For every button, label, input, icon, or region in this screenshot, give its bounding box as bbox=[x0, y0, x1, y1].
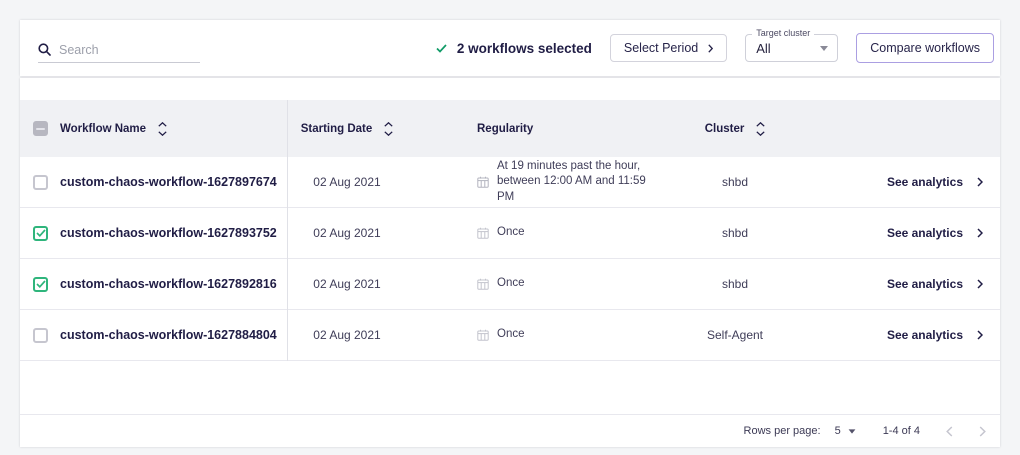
search-field[interactable] bbox=[38, 37, 200, 63]
next-page-button[interactable] bbox=[979, 426, 986, 437]
search-input[interactable] bbox=[59, 43, 185, 57]
row-checkbox[interactable] bbox=[33, 175, 48, 190]
cluster: shbd bbox=[722, 175, 748, 189]
sort-asc-icon bbox=[158, 122, 167, 127]
target-cluster-label: Target cluster bbox=[752, 28, 814, 38]
calendar-icon bbox=[477, 176, 489, 188]
row-checkbox[interactable] bbox=[33, 277, 48, 292]
compare-workflows-label: Compare workflows bbox=[870, 41, 980, 55]
regularity: Once bbox=[497, 276, 525, 292]
toolbar: 2 workflows selected Select Period Targe… bbox=[20, 20, 1000, 76]
chevron-right-icon bbox=[977, 228, 983, 238]
sort-icons bbox=[756, 122, 765, 136]
row-checkbox[interactable] bbox=[33, 328, 48, 343]
cluster: shbd bbox=[722, 226, 748, 240]
sort-icons bbox=[384, 122, 393, 136]
workflow-name: custom-chaos-workflow-1627897674 bbox=[60, 175, 277, 189]
checkmark-icon bbox=[436, 44, 447, 53]
column-divider bbox=[287, 100, 288, 361]
calendar-icon bbox=[477, 278, 489, 290]
rows-per-page-label: Rows per page: bbox=[744, 425, 821, 437]
calendar-icon bbox=[477, 227, 489, 239]
chevron-left-icon bbox=[946, 426, 953, 437]
table-body: custom-chaos-workflow-1627897674 02 Aug … bbox=[20, 157, 1000, 361]
search-icon bbox=[38, 43, 51, 56]
target-cluster-select[interactable]: Target cluster All bbox=[745, 34, 838, 62]
table-row: custom-chaos-workflow-1627892816 02 Aug … bbox=[20, 259, 1000, 310]
selection-status: 2 workflows selected bbox=[436, 41, 592, 56]
workflow-comparison-page: 2 workflows selected Select Period Targe… bbox=[0, 0, 1020, 455]
starting-date: 02 Aug 2021 bbox=[313, 277, 380, 291]
sort-asc-icon bbox=[384, 122, 393, 127]
toolbar-actions: 2 workflows selected Select Period Targe… bbox=[436, 33, 994, 63]
select-period-label: Select Period bbox=[624, 41, 698, 55]
cluster: Self-Agent bbox=[707, 328, 763, 342]
workflows-table: Workflow Name Starting Date Regularity C… bbox=[20, 78, 1000, 447]
see-analytics-link[interactable]: See analytics bbox=[810, 175, 1000, 189]
column-header-workflow-name[interactable]: Workflow Name bbox=[60, 122, 287, 136]
starting-date: 02 Aug 2021 bbox=[313, 226, 380, 240]
workflow-name: custom-chaos-workflow-1627892816 bbox=[60, 277, 277, 291]
chevron-right-icon bbox=[708, 44, 713, 53]
regularity: Once bbox=[497, 327, 525, 343]
select-all-checkbox[interactable] bbox=[33, 121, 48, 136]
chevron-right-icon bbox=[977, 330, 983, 340]
column-header-cluster[interactable]: Cluster bbox=[660, 122, 810, 136]
regularity: At 19 minutes past the hour, between 12:… bbox=[497, 159, 660, 206]
column-header-regularity: Regularity bbox=[407, 123, 660, 135]
see-analytics-link[interactable]: See analytics bbox=[810, 226, 1000, 240]
select-period-button[interactable]: Select Period bbox=[610, 34, 727, 62]
cluster: shbd bbox=[722, 277, 748, 291]
compare-workflows-button[interactable]: Compare workflows bbox=[856, 33, 994, 63]
calendar-icon bbox=[477, 329, 489, 341]
chevron-right-icon bbox=[977, 279, 983, 289]
page-range: 1-4 of 4 bbox=[883, 425, 920, 437]
row-checkbox[interactable] bbox=[33, 226, 48, 241]
table-row: custom-chaos-workflow-1627893752 02 Aug … bbox=[20, 208, 1000, 259]
see-analytics-link[interactable]: See analytics bbox=[810, 328, 1000, 342]
rows-per-page-select[interactable]: 5 bbox=[835, 425, 856, 437]
chevron-right-icon bbox=[977, 177, 983, 187]
sort-asc-icon bbox=[756, 122, 765, 127]
table-row: custom-chaos-workflow-1627897674 02 Aug … bbox=[20, 157, 1000, 208]
sort-desc-icon bbox=[158, 131, 167, 136]
starting-date: 02 Aug 2021 bbox=[313, 328, 380, 342]
dropdown-arrow-icon bbox=[820, 46, 828, 51]
sort-icons bbox=[158, 122, 167, 136]
sort-desc-icon bbox=[384, 131, 393, 136]
table-header: Workflow Name Starting Date Regularity C… bbox=[20, 100, 1000, 157]
starting-date: 02 Aug 2021 bbox=[313, 175, 380, 189]
workflow-name: custom-chaos-workflow-1627893752 bbox=[60, 226, 277, 240]
workflow-name: custom-chaos-workflow-1627884804 bbox=[60, 328, 277, 342]
see-analytics-link[interactable]: See analytics bbox=[810, 277, 1000, 291]
target-cluster-value: All bbox=[756, 41, 770, 56]
pagination-bar: Rows per page: 5 1-4 of 4 bbox=[20, 414, 1000, 447]
dropdown-arrow-icon bbox=[848, 429, 855, 433]
table-row: custom-chaos-workflow-1627884804 02 Aug … bbox=[20, 310, 1000, 361]
previous-page-button[interactable] bbox=[946, 426, 953, 437]
selection-status-label: 2 workflows selected bbox=[457, 41, 592, 56]
regularity: Once bbox=[497, 225, 525, 241]
column-header-starting-date[interactable]: Starting Date bbox=[287, 122, 407, 136]
sort-desc-icon bbox=[756, 131, 765, 136]
chevron-right-icon bbox=[979, 426, 986, 437]
